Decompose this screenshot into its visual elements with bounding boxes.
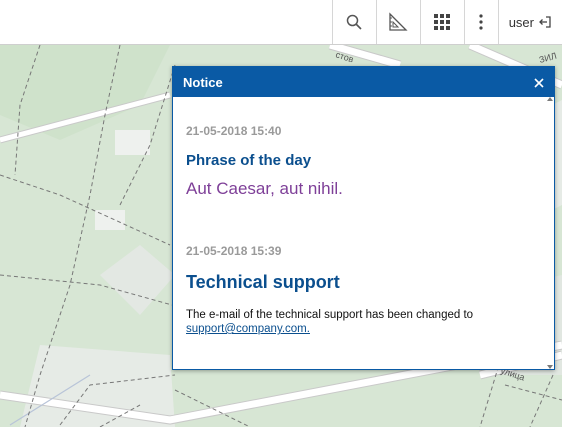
dialog-title: Notice — [183, 74, 223, 90]
dialog-header: Notice — [173, 67, 554, 97]
message-date: 21-05-2018 15:40 — [186, 124, 282, 138]
toolbar-buttons: user — [331, 0, 562, 44]
grid-apps-icon — [434, 14, 451, 30]
close-button[interactable] — [534, 74, 544, 91]
notice-dialog: Notice 21-05-2018 15:40 Phrase of the da… — [172, 66, 555, 370]
logout-icon — [539, 16, 551, 28]
measure-button[interactable] — [375, 0, 420, 44]
dialog-scrollbar[interactable] — [546, 97, 554, 369]
user-menu[interactable]: user — [497, 0, 562, 44]
message-title: Phrase of the day — [186, 152, 312, 169]
user-label: user — [508, 14, 534, 30]
top-toolbar: user — [0, 0, 562, 45]
close-icon — [534, 77, 544, 88]
message-text: Aut Caesar, aut nihil. — [186, 179, 343, 198]
more-button[interactable] — [463, 0, 498, 44]
more-vertical-icon — [479, 14, 483, 30]
search-icon — [346, 14, 362, 30]
message-text: The e-mail of the technical support has … — [186, 308, 541, 336]
map-street-label-right: ЗИЛ — [538, 51, 558, 65]
support-email-link[interactable]: support@company.com. — [186, 323, 310, 335]
measure-icon — [389, 12, 408, 31]
message-date: 21-05-2018 15:39 — [186, 244, 282, 258]
search-button[interactable] — [331, 0, 376, 44]
message-title: Technical support — [186, 272, 340, 292]
dialog-body: 21-05-2018 15:40 Phrase of the day Aut C… — [173, 97, 546, 369]
apps-button[interactable] — [419, 0, 464, 44]
message-text-body: The e-mail of the technical support has … — [186, 309, 474, 321]
